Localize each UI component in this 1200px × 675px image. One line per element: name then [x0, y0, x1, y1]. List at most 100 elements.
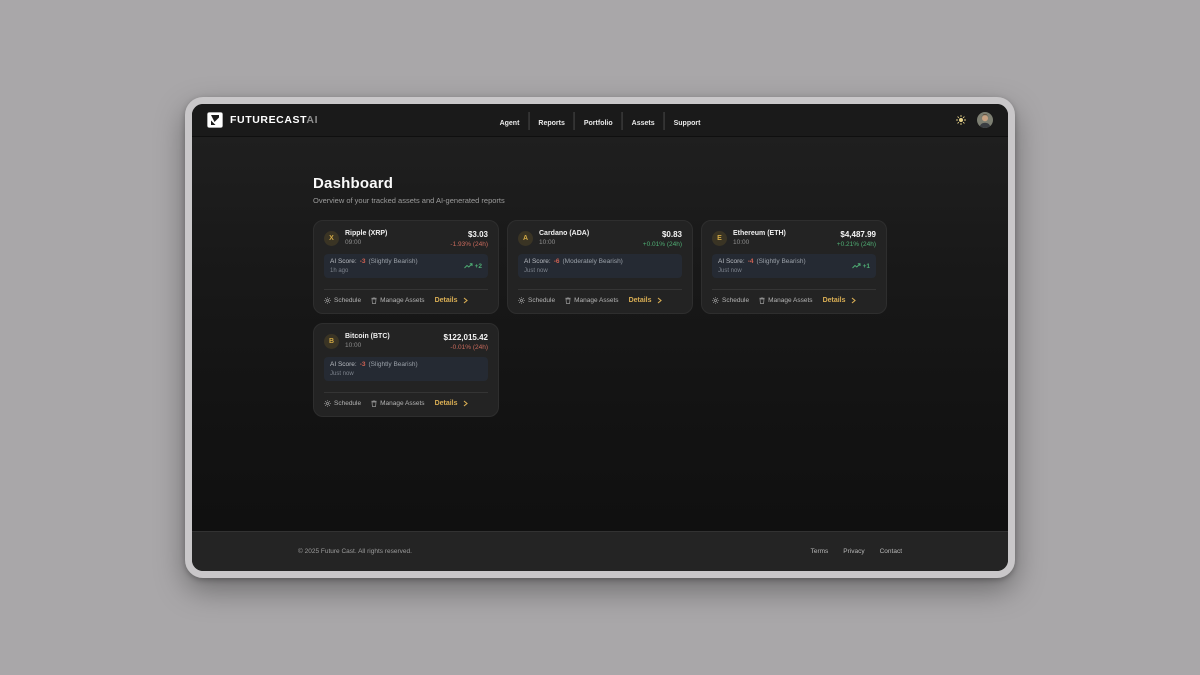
ai-score-value: -4 [748, 258, 754, 265]
ai-score-sentiment: (Moderately Bearish) [563, 258, 623, 265]
card-divider [518, 289, 682, 290]
app-window: FUTURECASTAI Agent Reports Portfolio Ass… [185, 97, 1015, 578]
asset-price: $4,487.99 [840, 230, 876, 239]
page-title: Dashboard [313, 175, 887, 192]
manage-assets-button[interactable]: Manage Assets [371, 297, 424, 304]
ai-score-value: -3 [360, 258, 366, 265]
details-button[interactable]: Details [435, 297, 468, 304]
asset-price: $3.03 [468, 230, 488, 239]
nav-item-reports[interactable]: Reports [528, 112, 573, 130]
main-nav: Agent Reports Portfolio Assets Support [491, 104, 710, 137]
asset-change: +0.21% (24h) [837, 241, 876, 248]
ai-score-label: AI Score: [718, 258, 745, 265]
main-content: Dashboard Overview of your tracked asset… [192, 137, 1008, 531]
nav-item-assets[interactable]: Assets [622, 112, 664, 130]
asset-schedule-time: 09:00 [345, 239, 387, 246]
trash-icon [565, 297, 571, 304]
trend-badge: +1 [852, 263, 870, 270]
manage-assets-button[interactable]: Manage Assets [565, 297, 618, 304]
gear-icon [324, 400, 331, 407]
asset-coin-icon: B [324, 334, 339, 349]
details-button[interactable]: Details [435, 400, 468, 407]
trend-up-icon [464, 263, 473, 269]
schedule-button[interactable]: Schedule [712, 297, 749, 304]
trend-badge: +2 [464, 263, 482, 270]
logo-icon [207, 112, 223, 128]
details-button[interactable]: Details [629, 297, 662, 304]
card-divider [324, 392, 488, 393]
card-divider [324, 289, 488, 290]
asset-card-cardano: A Cardano (ADA) 10:00 $0.83 +0.01% (24h) [507, 220, 693, 314]
ai-score-label: AI Score: [524, 258, 551, 265]
nav-item-agent[interactable]: Agent [491, 112, 529, 130]
ai-score-updated: 1h ago [330, 268, 418, 274]
asset-name: Ripple (XRP) [345, 230, 387, 237]
avatar-image [977, 112, 993, 128]
footer-link-terms[interactable]: Terms [811, 548, 829, 555]
asset-schedule-time: 10:00 [345, 342, 390, 349]
manage-assets-button[interactable]: Manage Assets [371, 400, 424, 407]
ai-score-updated: Just now [330, 371, 418, 377]
trash-icon [759, 297, 765, 304]
theme-toggle-button[interactable] [956, 115, 966, 125]
ai-score-label: AI Score: [330, 258, 357, 265]
ai-score-panel: AI Score: -6 (Moderately Bearish) Just n… [518, 254, 682, 278]
ai-score-sentiment: (Slightly Bearish) [757, 258, 806, 265]
asset-coin-icon: X [324, 231, 339, 246]
asset-card-ripple: X Ripple (XRP) 09:00 $3.03 -1.93% (24h) [313, 220, 499, 314]
ai-score-panel: AI Score: -4 (Slightly Bearish) Just now… [712, 254, 876, 278]
topbar-right [956, 112, 993, 128]
top-navigation-bar: FUTURECASTAI Agent Reports Portfolio Ass… [192, 104, 1008, 137]
chevron-right-icon [463, 400, 468, 407]
asset-card-bitcoin: B Bitcoin (BTC) 10:00 $122,015.42 -0.01%… [313, 323, 499, 417]
brand-name: FUTURECASTAI [230, 114, 318, 126]
asset-schedule-time: 10:00 [539, 239, 589, 246]
chevron-right-icon [657, 297, 662, 304]
sun-icon [956, 115, 966, 125]
card-divider [712, 289, 876, 290]
asset-price: $0.83 [662, 230, 682, 239]
ai-score-panel: AI Score: -3 (Slightly Bearish) Just now [324, 357, 488, 381]
asset-coin-icon: E [712, 231, 727, 246]
brand-logo[interactable]: FUTURECASTAI [207, 112, 318, 128]
trash-icon [371, 400, 377, 407]
ai-score-panel: AI Score: -3 (Slightly Bearish) 1h ago +… [324, 254, 488, 278]
gear-icon [518, 297, 525, 304]
footer-bar: © 2025 Future Cast. All rights reserved.… [192, 531, 1008, 571]
ai-score-value: -3 [360, 361, 366, 368]
asset-change: +0.01% (24h) [643, 241, 682, 248]
ai-score-sentiment: (Slightly Bearish) [369, 361, 418, 368]
ai-score-sentiment: (Slightly Bearish) [369, 258, 418, 265]
asset-card-grid: X Ripple (XRP) 09:00 $3.03 -1.93% (24h) [313, 220, 887, 417]
asset-schedule-time: 10:00 [733, 239, 786, 246]
nav-item-support[interactable]: Support [664, 112, 710, 130]
trash-icon [371, 297, 377, 304]
user-avatar[interactable] [977, 112, 993, 128]
gear-icon [324, 297, 331, 304]
ai-score-label: AI Score: [330, 361, 357, 368]
asset-price: $122,015.42 [444, 333, 489, 342]
asset-name: Ethereum (ETH) [733, 230, 786, 237]
asset-coin-icon: A [518, 231, 533, 246]
trend-up-icon [852, 263, 861, 269]
asset-change: -0.01% (24h) [450, 344, 488, 351]
ai-score-value: -6 [554, 258, 560, 265]
schedule-button[interactable]: Schedule [324, 297, 361, 304]
manage-assets-button[interactable]: Manage Assets [759, 297, 812, 304]
asset-name: Cardano (ADA) [539, 230, 589, 237]
ai-score-updated: Just now [718, 268, 806, 274]
footer-link-contact[interactable]: Contact [880, 548, 902, 555]
footer-link-privacy[interactable]: Privacy [843, 548, 864, 555]
page-subtitle: Overview of your tracked assets and AI-g… [313, 196, 887, 205]
chevron-right-icon [851, 297, 856, 304]
footer-links: Terms Privacy Contact [811, 548, 902, 555]
asset-change: -1.93% (24h) [450, 241, 488, 248]
details-button[interactable]: Details [823, 297, 856, 304]
nav-item-portfolio[interactable]: Portfolio [574, 112, 622, 130]
copyright-text: © 2025 Future Cast. All rights reserved. [298, 548, 412, 555]
chevron-right-icon [463, 297, 468, 304]
schedule-button[interactable]: Schedule [518, 297, 555, 304]
schedule-button[interactable]: Schedule [324, 400, 361, 407]
asset-name: Bitcoin (BTC) [345, 333, 390, 340]
asset-card-ethereum: E Ethereum (ETH) 10:00 $4,487.99 +0.21% … [701, 220, 887, 314]
